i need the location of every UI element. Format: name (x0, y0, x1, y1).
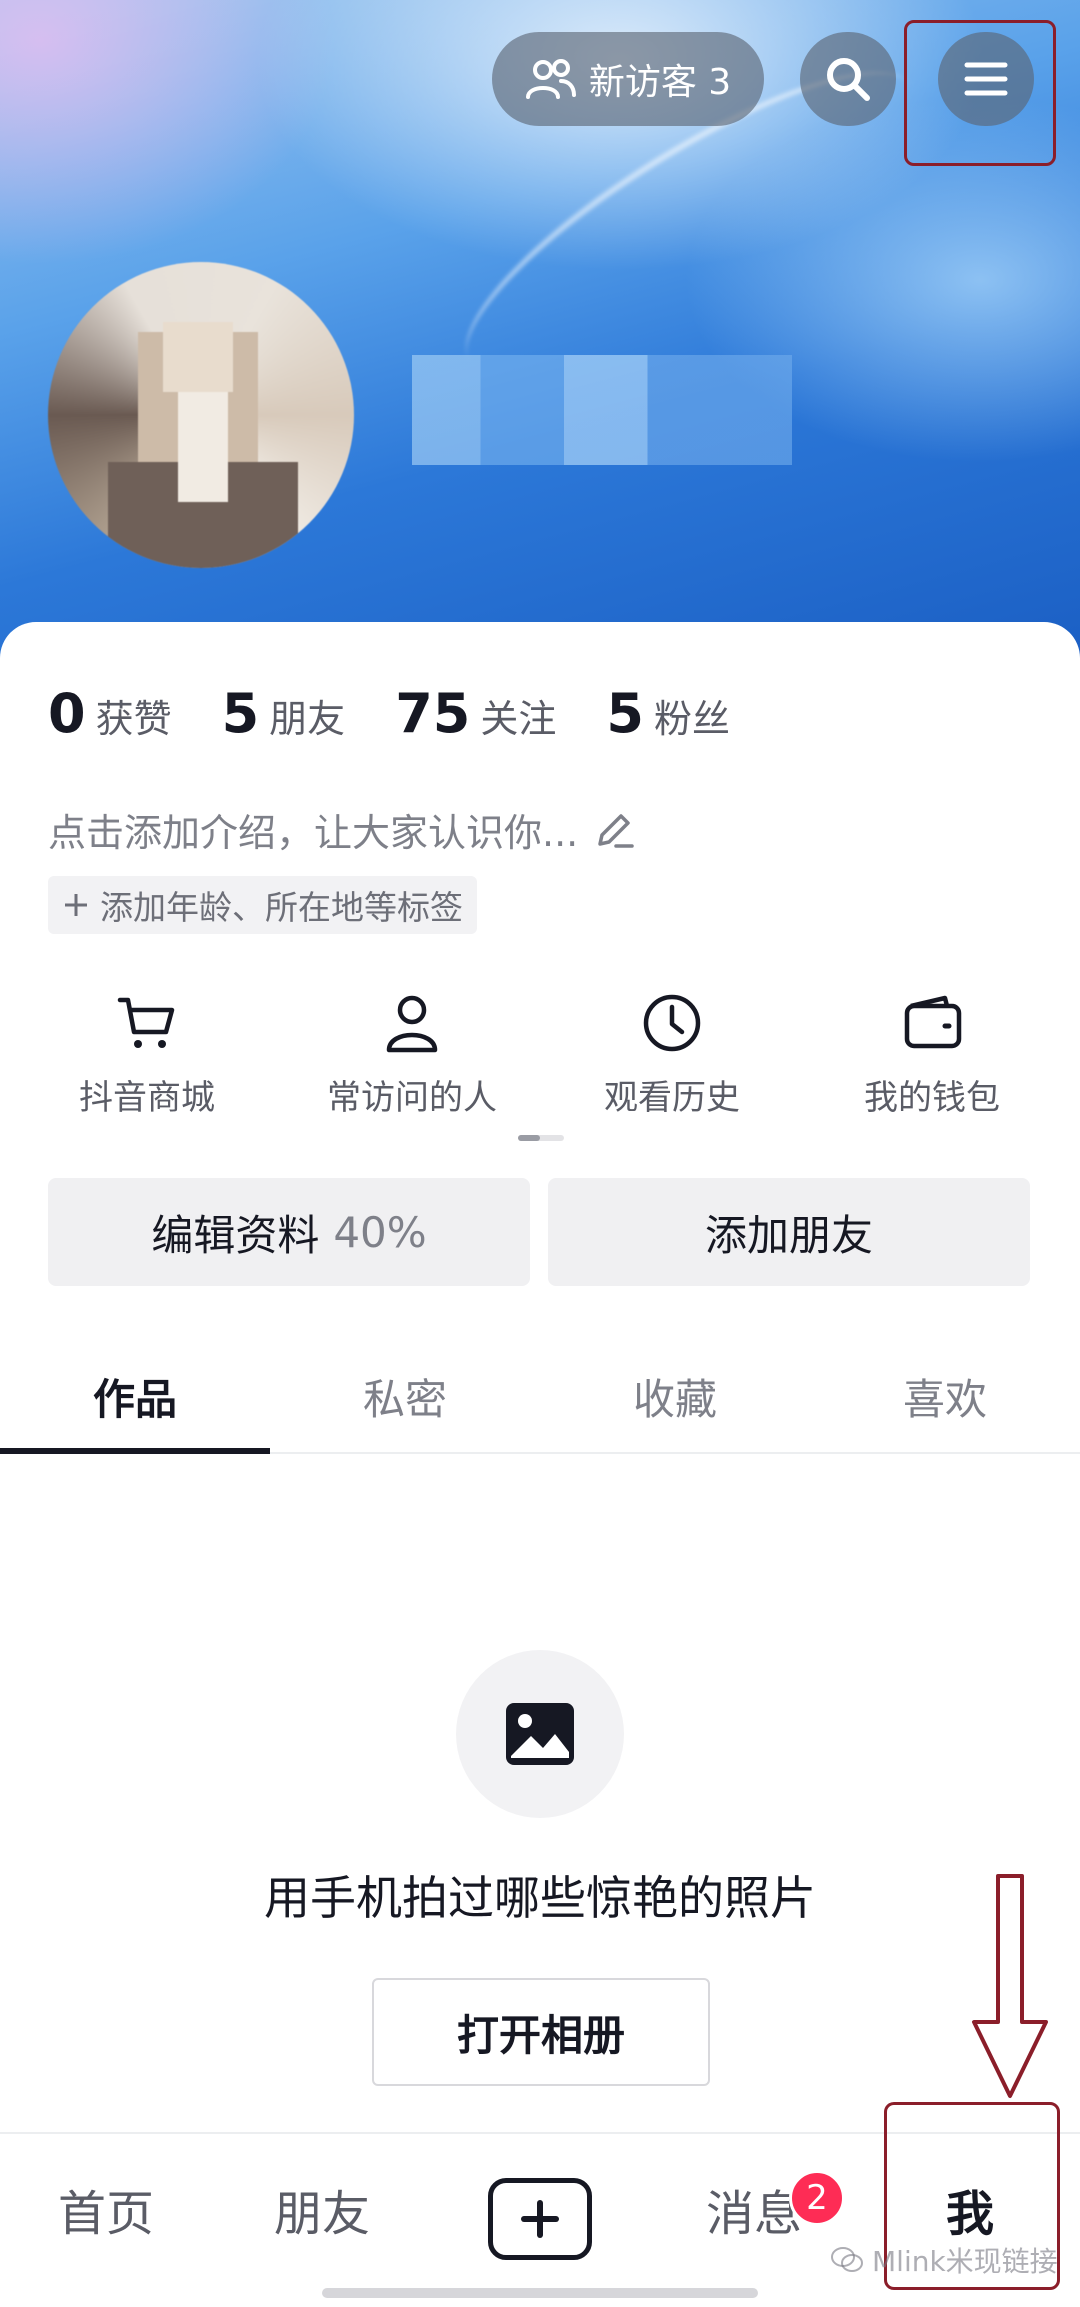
stat-following-count: 75 (395, 682, 471, 745)
person-icon (386, 995, 438, 1053)
stat-likes[interactable]: 0 获赞 (48, 682, 172, 745)
stat-likes-label: 获赞 (95, 697, 172, 741)
shortcut-history-label: 观看历史 (604, 1078, 740, 1118)
stat-followers[interactable]: 5 粉丝 (606, 682, 730, 745)
wechat-icon (831, 2247, 863, 2272)
wallet-icon (904, 995, 962, 1049)
nav-friends[interactable]: 朋友 (274, 2174, 370, 2244)
stat-likes-count: 0 (48, 682, 86, 745)
shortcut-wallet[interactable]: 我的钱包 (822, 990, 1042, 1119)
bio-text: 点击添加介绍，让大家认识你... (48, 811, 579, 855)
profile-completion-percent: 40% (333, 1207, 427, 1257)
clock-icon (643, 994, 701, 1052)
menu-highlight-annotation (904, 20, 1056, 166)
messages-badge: 2 (789, 2170, 845, 2226)
stat-following-label: 关注 (480, 697, 557, 741)
stat-following[interactable]: 75 关注 (395, 682, 556, 745)
watermark-text: Mlink米现链接 (872, 2245, 1058, 2278)
active-tab-indicator (0, 1448, 270, 1454)
empty-state-message: 用手机拍过哪些惊艳的照片 (264, 1871, 816, 1925)
shortcut-mall[interactable]: 抖音商城 (37, 990, 257, 1119)
stat-friends[interactable]: 5 朋友 (222, 682, 346, 745)
tab-works[interactable]: 作品 (0, 1340, 270, 1452)
tab-private[interactable]: 私密 (270, 1340, 540, 1452)
tab-likes[interactable]: 喜欢 (810, 1340, 1080, 1452)
edit-profile-button[interactable]: 编辑资料 40% (48, 1178, 530, 1286)
avatar[interactable] (48, 262, 354, 568)
new-visitors-button[interactable]: 新访客 3 (492, 32, 764, 126)
image-icon (506, 1703, 574, 1765)
stat-followers-count: 5 (606, 682, 644, 745)
open-album-button[interactable]: 打开相册 (372, 1978, 710, 2086)
stat-friends-count: 5 (221, 682, 260, 745)
search-icon (827, 58, 870, 101)
edit-profile-label: 编辑资料 (151, 1210, 320, 1260)
nav-messages[interactable]: 消息 (706, 2174, 802, 2244)
shortcut-wallet-label: 我的钱包 (864, 1078, 1000, 1118)
pencil-icon (598, 813, 634, 848)
shortcut-row: 抖音商城 常访问的人 观看历史 我的钱包 (0, 990, 1080, 1120)
plus-icon (521, 2200, 559, 2238)
empty-state-icon-circle (456, 1650, 624, 1818)
shortcut-frequent-visitors-label: 常访问的人 (327, 1078, 497, 1118)
nav-home[interactable]: 首页 (58, 2174, 154, 2244)
shortcut-history[interactable]: 观看历史 (562, 990, 782, 1119)
shortcut-frequent-visitors[interactable]: 常访问的人 (302, 990, 522, 1119)
watermark: Mlink米现链接 (830, 2240, 1058, 2280)
username-blurred (412, 355, 792, 465)
shortcut-mall-label: 抖音商城 (79, 1078, 215, 1118)
create-button[interactable] (488, 2178, 592, 2260)
stat-followers-label: 粉丝 (653, 697, 730, 741)
profile-stats: 0 获赞 5 朋友 75 关注 5 粉丝 (48, 682, 730, 745)
home-indicator (322, 2288, 758, 2298)
people-icon (525, 59, 576, 99)
stat-friends-label: 朋友 (269, 697, 346, 741)
new-visitors-label: 新访客 3 (588, 62, 732, 103)
bio-placeholder[interactable]: 点击添加介绍，让大家认识你... (48, 802, 636, 857)
plus-icon (65, 894, 87, 916)
tab-favorites[interactable]: 收藏 (540, 1340, 810, 1452)
add-tags-chip[interactable]: 添加年龄、所在地等标签 (48, 876, 477, 934)
add-friend-label: 添加朋友 (704, 1210, 873, 1260)
shortcut-page-indicator (518, 1135, 564, 1141)
add-tags-label: 添加年龄、所在地等标签 (100, 888, 463, 927)
cart-icon (117, 997, 175, 1048)
add-friend-button[interactable]: 添加朋友 (548, 1178, 1030, 1286)
content-tabs: 作品 私密 收藏 喜欢 (0, 1340, 1080, 1454)
down-arrow-annotation (972, 1874, 1048, 2098)
search-button[interactable] (800, 32, 896, 126)
